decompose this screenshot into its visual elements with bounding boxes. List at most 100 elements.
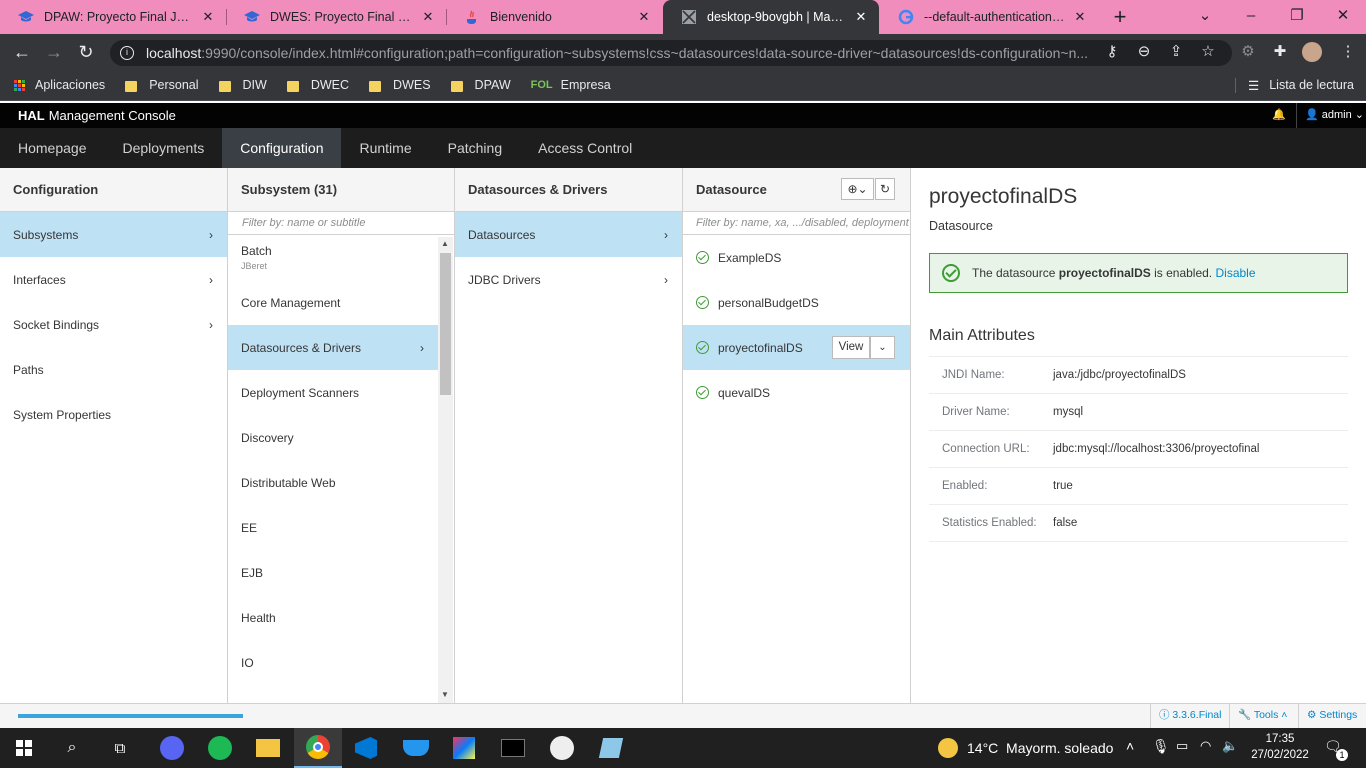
browser-tab-dpaw[interactable]: DPAW: Proyecto Final JPA/Hi ✕ [0,0,226,34]
browser-tab-dwes[interactable]: DWES: Proyecto Final JPA/Hi ✕ [226,0,446,34]
restore-button[interactable]: ❐ [1274,0,1320,34]
inkscape-icon[interactable] [538,728,586,768]
browser-tab-bienvenido[interactable]: Bienvenido ✕ [446,0,662,34]
extension-gear-icon[interactable]: ⚙ [1236,34,1260,70]
file-explorer-icon[interactable] [244,728,292,768]
vscode-icon[interactable] [342,728,390,768]
finder-item-system-properties[interactable]: System Properties [0,392,227,437]
nav-patching[interactable]: Patching [430,128,520,168]
bookmark-diw[interactable]: DIW [218,78,267,92]
zoom-icon[interactable]: ⊖ [1132,34,1156,70]
datasource-item-personalbudgetds[interactable]: personalBudgetDS [683,280,910,325]
finder-item-socket-bindings[interactable]: Socket Bindings › [0,302,227,347]
bookmark-personal[interactable]: Personal [125,78,199,92]
nav-deployments[interactable]: Deployments [105,128,223,168]
datasource-item-proyectofinalds[interactable]: proyectofinalDS View ⌄ [683,325,910,370]
minimize-button[interactable]: – [1228,0,1274,34]
search-icon[interactable]: ⌕ [48,728,96,768]
datasource-item-exampleds[interactable]: ExampleDS [683,235,910,280]
bookmark-dwec[interactable]: DWEC [286,78,349,92]
chrome-icon[interactable] [294,728,342,768]
reload-button[interactable]: ↻ [72,34,100,70]
scroll-down-icon[interactable]: ▼ [441,690,449,699]
datasource-item-quevalds[interactable]: quevalDS [683,370,910,415]
nav-access-control[interactable]: Access Control [520,128,650,168]
finder-item-health[interactable]: Health [228,595,438,640]
browser-tab-hal-active[interactable]: desktop-9bovgbh | Managen ✕ [663,0,879,34]
profile-avatar[interactable] [1302,42,1322,62]
intellij-icon[interactable] [440,728,488,768]
close-tab-icon[interactable]: ✕ [200,9,216,25]
nav-runtime[interactable]: Runtime [341,128,429,168]
finder-item-distributable-web[interactable]: Distributable Web [228,460,438,505]
battery-icon[interactable]: ▭ [1176,738,1188,754]
close-tab-icon[interactable]: ✕ [853,9,869,25]
forward-button[interactable]: → [40,34,68,70]
clock[interactable]: 17:35 27/02/2022 [1250,731,1310,763]
refresh-icon[interactable]: ↻ [875,178,895,200]
disable-link[interactable]: Disable [1215,266,1255,280]
wifi-icon[interactable]: ◠ [1200,738,1211,754]
finder-item-deployment-scanners[interactable]: Deployment Scanners [228,370,438,415]
finder-item-core-management[interactable]: Core Management [228,280,438,325]
key-icon[interactable]: ⚷ [1100,34,1124,70]
chevron-up-icon[interactable]: ˄ [1126,738,1134,754]
user-menu[interactable]: 👤 admin ⌄ [1296,103,1364,128]
view-dropdown-toggle[interactable]: ⌄ [870,336,895,359]
notifications-bell-icon[interactable]: 🔔 [1272,108,1286,121]
extensions-puzzle-icon[interactable]: ✚ [1268,34,1292,70]
finder-item-io[interactable]: IO [228,640,438,685]
microphone-icon[interactable]: 🎙 [1152,738,1170,755]
volume-icon[interactable]: 🔈 [1222,738,1238,754]
finder-item-batch[interactable]: Batch JBeret [228,235,438,280]
finder-item-jdbc-drivers[interactable]: JDBC Drivers › [455,257,682,302]
discord-icon[interactable] [148,728,196,768]
spotify-icon[interactable] [196,728,244,768]
menu-kebab-icon[interactable]: ⋮ [1336,34,1360,70]
windows-start-icon[interactable] [0,728,48,768]
finder-item-interfaces[interactable]: Interfaces › [0,257,227,302]
add-datasource-button[interactable]: ⊕⌄ [841,178,874,200]
bookmark-aplicaciones[interactable]: Aplicaciones [14,78,105,92]
info-icon[interactable]: i [120,46,134,60]
nav-homepage[interactable]: Homepage [0,128,105,168]
bookmark-dpaw[interactable]: DPAW [450,78,511,92]
filter-input[interactable]: Filter by: name or subtitle [228,212,454,235]
finder-item-datasources-drivers[interactable]: Datasources & Drivers › [228,325,438,370]
docker-icon[interactable] [392,728,440,768]
close-window-button[interactable]: ✕ [1320,0,1366,34]
tools-menu[interactable]: 🔧 Tools ˄ [1229,703,1295,728]
reading-list-button[interactable]: ☰ Lista de lectura [1235,77,1354,93]
browser-tab-google[interactable]: --default-authentication-plug ✕ [880,0,1098,34]
version-button[interactable]: ⓘ 3.3.6.Final [1150,703,1229,728]
bookmark-dwes[interactable]: DWES [369,78,431,92]
bookmark-empresa[interactable]: FOL Empresa [531,78,611,92]
close-tab-icon[interactable]: ✕ [636,9,652,25]
nav-configuration[interactable]: Configuration [222,128,342,168]
finder-item-ejb[interactable]: EJB [228,550,438,595]
notebook-app-icon[interactable] [587,728,635,768]
terminal-icon[interactable] [489,728,537,768]
finder-item-discovery[interactable]: Discovery [228,415,438,460]
finder-item-datasources[interactable]: Datasources › [455,212,682,257]
bookmark-star-icon[interactable]: ☆ [1196,34,1220,70]
finder-item-subsystems[interactable]: Subsystems › [0,212,227,257]
chevron-right-icon: › [664,272,668,287]
finder-item-paths[interactable]: Paths [0,347,227,392]
tab-search-icon[interactable]: ⌄ [1182,0,1228,34]
address-bar[interactable]: i localhost:9990/console/index.html#conf… [110,40,1232,66]
scroll-up-icon[interactable]: ▲ [441,239,449,248]
close-tab-icon[interactable]: ✕ [420,9,436,25]
share-icon[interactable]: ⇪ [1164,34,1188,70]
task-view-icon[interactable]: ⧉ [96,728,144,768]
back-button[interactable]: ← [8,34,36,70]
weather-text[interactable]: 14°C Mayorm. soleado [967,740,1113,756]
finder-item-ee[interactable]: EE [228,505,438,550]
wrench-icon: 🔧 [1238,709,1252,721]
settings-button[interactable]: ⚙ Settings [1298,703,1365,728]
new-tab-button[interactable]: + [1108,4,1132,30]
filter-input[interactable]: Filter by: name, xa, .../disabled, deplo… [683,212,910,235]
view-button[interactable]: View [832,336,870,359]
close-tab-icon[interactable]: ✕ [1072,9,1088,25]
scrollbar-thumb[interactable] [440,253,451,395]
